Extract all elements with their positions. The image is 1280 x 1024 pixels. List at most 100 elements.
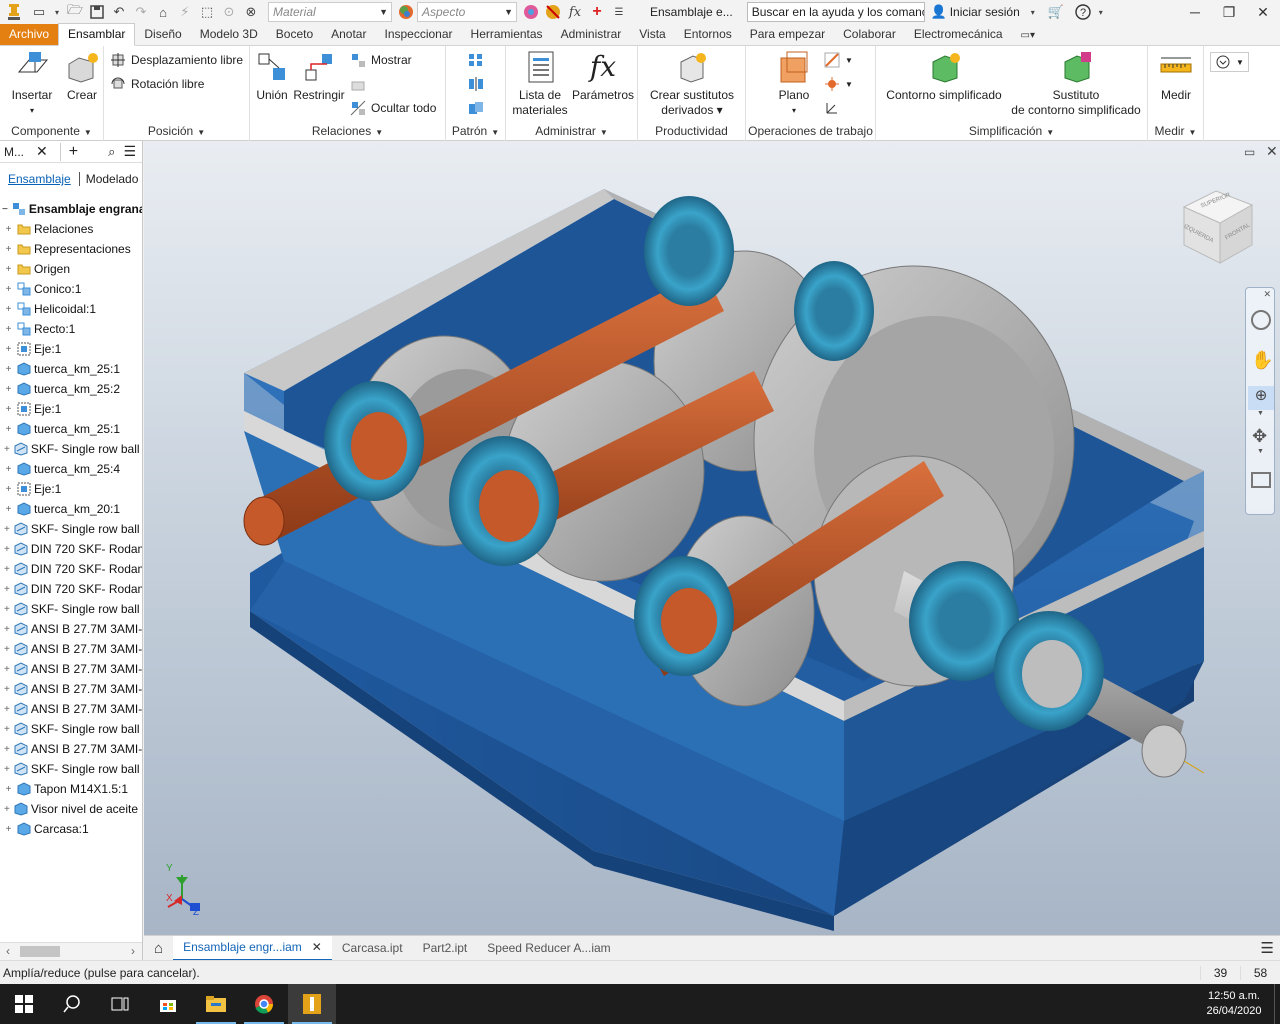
expand-icon[interactable]: + [4, 724, 10, 735]
tree-node[interactable]: + ANSI B 27.7M 3AMI-2 [0, 619, 142, 639]
pan-hand-icon[interactable]: ✋ [1251, 350, 1273, 371]
panel-title-simplificacion[interactable]: Simplificación ▼ [876, 124, 1147, 138]
expand-icon[interactable]: + [4, 384, 13, 395]
inventor-taskbar-icon[interactable] [288, 984, 336, 1024]
tree-node[interactable]: + Relaciones [0, 219, 142, 239]
expand-icon[interactable]: + [4, 744, 10, 755]
navbar-close-icon[interactable]: ✕ [1263, 289, 1271, 300]
panel-title-posicion[interactable]: Posición ▼ [104, 124, 249, 138]
tab-anotar[interactable]: Anotar [322, 24, 375, 45]
crear-button[interactable]: Crear [62, 50, 102, 103]
tab-para-empezar[interactable]: Para empezar [741, 24, 834, 45]
expand-icon[interactable]: + [4, 584, 10, 595]
ribbon-options-icon[interactable]: ▭▾ [1012, 27, 1044, 45]
scrollbar-thumb[interactable] [20, 946, 60, 957]
expand-icon[interactable]: + [4, 784, 13, 795]
parametros-button[interactable]: fx Parámetros [570, 50, 636, 103]
desplazamiento-libre-button[interactable]: Desplazamiento libre [110, 52, 243, 68]
tree-node[interactable]: + Carcasa:1 [0, 819, 142, 839]
expand-icon[interactable]: + [4, 684, 10, 695]
expand-icon[interactable]: + [4, 544, 10, 555]
crear-sustitutos-button[interactable]: Crear sustitutos derivados ▾ [642, 50, 742, 118]
tab-modelo-3d[interactable]: Modelo 3D [191, 24, 267, 45]
close-tab-icon[interactable]: ✕ [312, 940, 322, 954]
expand-icon[interactable]: + [4, 464, 13, 475]
dropdown-arrow-icon[interactable]: ▾ [53, 4, 61, 20]
tab-colaborar[interactable]: Colaborar [834, 24, 905, 45]
tree-node[interactable]: + ANSI B 27.7M 3AMI-2 [0, 699, 142, 719]
expand-icon[interactable]: + [4, 504, 13, 515]
orbit-icon[interactable]: ✥ [1252, 426, 1267, 447]
tree-node[interactable]: + Origen [0, 259, 142, 279]
redo-icon[interactable]: ↷ [133, 4, 149, 20]
minimize-button[interactable]: ─ [1178, 4, 1212, 20]
tree-node[interactable]: + SKF- Single row ball b [0, 599, 142, 619]
search-icon[interactable]: ⌕ [108, 144, 115, 160]
tree-node[interactable]: + tuerca_km_25:1 [0, 419, 142, 439]
tree-node[interactable]: + Representaciones [0, 239, 142, 259]
material-combo[interactable]: Material ▼ [268, 2, 392, 22]
close-window-button[interactable]: ✕ [1246, 4, 1280, 21]
tab-electromecanica[interactable]: Electromecánica [905, 24, 1012, 45]
file-explorer-icon[interactable] [192, 984, 240, 1024]
store-icon[interactable] [144, 984, 192, 1024]
expand-icon[interactable]: + [4, 644, 10, 655]
panel-title-patron[interactable]: Patrón ▼ [446, 124, 505, 138]
tree-node[interactable]: + Recto:1 [0, 319, 142, 339]
cart-icon[interactable]: 🛒 [1048, 4, 1064, 20]
tab-vista[interactable]: Vista [630, 24, 674, 45]
expand-icon[interactable]: + [4, 324, 13, 335]
viewport-close-icon[interactable]: ✕ [1266, 143, 1278, 160]
update-icon[interactable]: ⚡ [177, 4, 193, 20]
tab-entornos[interactable]: Entornos [675, 24, 741, 45]
doc-tab-ensamblaje[interactable]: Ensamblaje engr...iam ✕ [173, 935, 332, 961]
restore-button[interactable]: ❐ [1212, 4, 1246, 21]
scroll-right-icon[interactable]: › [131, 944, 135, 958]
fx-parameters-icon[interactable]: fx [567, 4, 583, 20]
tree-node[interactable]: + Helicoidal:1 [0, 299, 142, 319]
union-button[interactable]: Unión [254, 50, 290, 103]
dropdown-arrow-icon[interactable]: ▾ [1097, 4, 1105, 20]
tree-node[interactable]: + ANSI B 27.7M 3AMI-2 [0, 679, 142, 699]
customize-toolbar-icon[interactable]: ☰ [611, 4, 627, 20]
tree-node[interactable]: + ANSI B 27.7M 3AMI-2 [0, 659, 142, 679]
tab-boceto[interactable]: Boceto [267, 24, 322, 45]
panel-title-administrar[interactable]: Administrar ▼ [506, 124, 637, 138]
taskbar-search-icon[interactable] [48, 984, 96, 1024]
help-icon[interactable]: ? [1075, 4, 1091, 20]
mostrar-button[interactable]: Mostrar [350, 52, 412, 68]
expand-icon[interactable]: + [4, 304, 13, 315]
tree-node[interactable]: + DIN 720 SKF- Rodami [0, 579, 142, 599]
lista-materiales-button[interactable]: Lista de materiales [510, 50, 570, 118]
plano-button[interactable]: Plano ▾ [774, 50, 814, 118]
tree-node[interactable]: + SKF- Single row ball b [0, 519, 142, 539]
inventor-logo-icon[interactable] [3, 4, 25, 20]
design-doctor-icon[interactable]: ⊗ [243, 4, 259, 20]
ribbon-extra-dropdown[interactable]: ▼ [1210, 52, 1249, 72]
pattern-button[interactable] [468, 52, 489, 68]
tree-node[interactable]: + SKF- Single row ball b [0, 719, 142, 739]
tree-node[interactable]: + Conico:1 [0, 279, 142, 299]
signin-link[interactable]: Iniciar sesión [950, 5, 1020, 19]
close-browser-icon[interactable]: ✕ [36, 143, 48, 160]
tree-root[interactable]: − Ensamblaje engranaj [0, 199, 142, 219]
browser-horizontal-scrollbar[interactable]: ‹ › [0, 942, 142, 960]
work-point-button[interactable]: ▼ [824, 76, 853, 92]
tree-node[interactable]: + DIN 720 SKF- Rodami [0, 539, 142, 559]
expand-icon[interactable]: + [4, 404, 13, 415]
tree-node[interactable]: + Visor nivel de aceite M [0, 799, 142, 819]
zoom-icon[interactable]: ⊕ [1248, 386, 1274, 410]
graphics-viewport[interactable]: SUPERIOR IZQUIERDA FRONTAL ▭ ✕ ✕ ✋ ⊕ ▼ ✥… [144, 141, 1280, 935]
home-tab-icon[interactable]: ⌂ [144, 936, 173, 961]
tree-node[interactable]: + Eje:1 [0, 399, 142, 419]
ucs-button[interactable] [824, 100, 845, 116]
steering-wheel-icon[interactable] [1251, 310, 1271, 330]
chevron-down-icon[interactable]: ▼ [1257, 410, 1264, 417]
tree-node[interactable]: + SKF- Single row ball b [0, 759, 142, 779]
expand-icon[interactable]: + [4, 244, 13, 255]
panel-title-relaciones[interactable]: Relaciones ▼ [250, 124, 445, 138]
new-document-icon[interactable]: ▭ [31, 4, 47, 20]
copy-button[interactable] [468, 100, 489, 116]
dropdown-arrow-icon[interactable]: ▾ [1029, 4, 1037, 20]
gearbox-model[interactable] [144, 141, 1280, 935]
